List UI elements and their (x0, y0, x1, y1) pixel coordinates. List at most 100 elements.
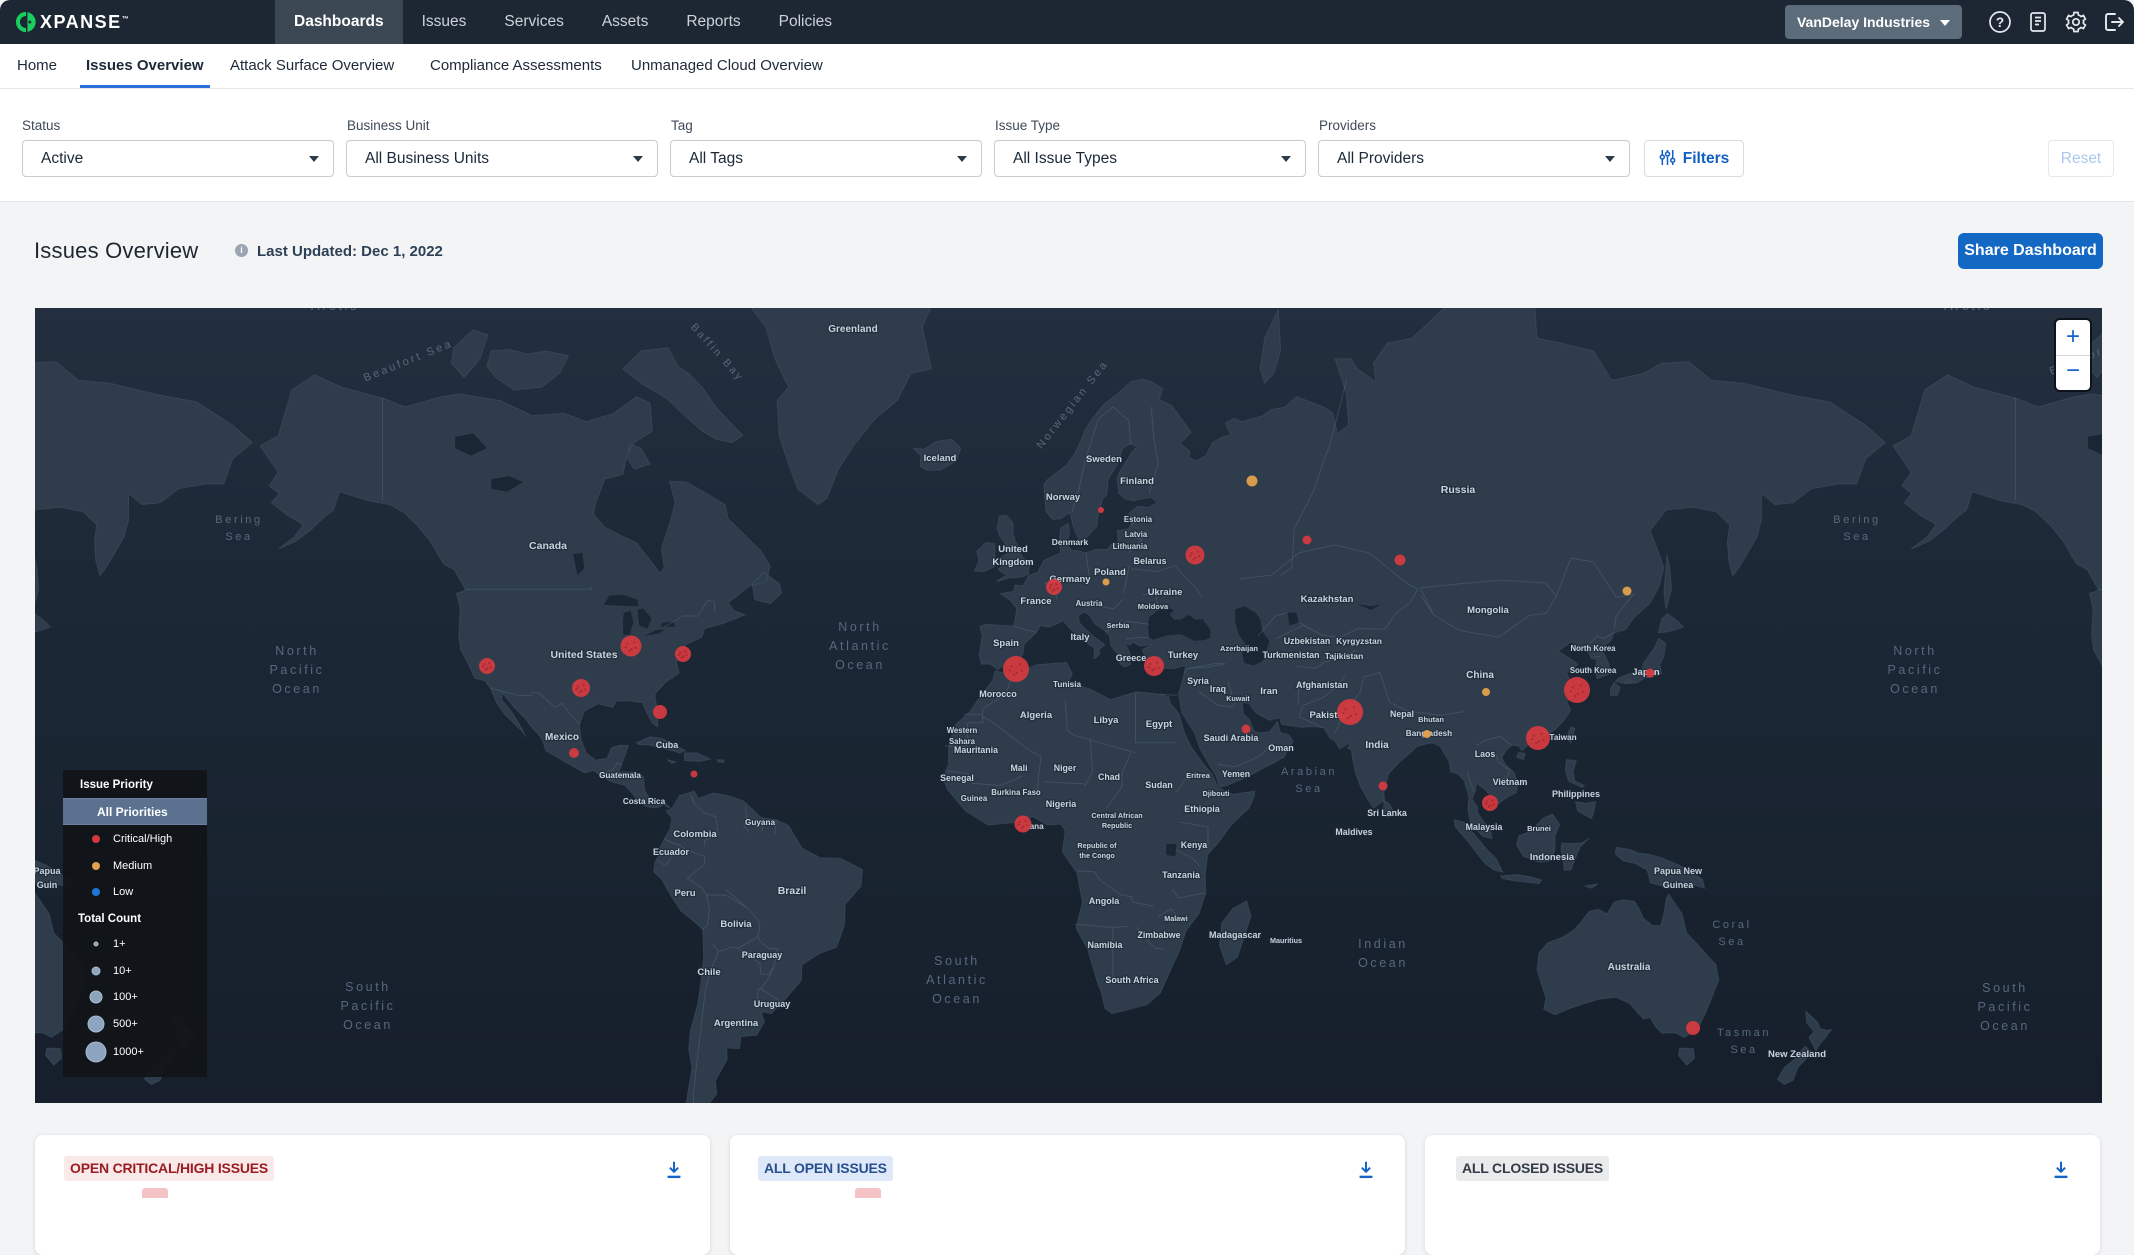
svg-text:Angola: Angola (1089, 896, 1120, 906)
svg-text:Guyana: Guyana (745, 818, 775, 827)
svg-text:Poland: Poland (1094, 567, 1126, 578)
svg-text:Sahara: Sahara (949, 737, 976, 746)
svg-text:Senegal: Senegal (940, 773, 974, 783)
svg-text:Republic of: Republic of (1077, 841, 1117, 850)
svg-text:Iraq: Iraq (1210, 684, 1226, 694)
svg-text:Sea: Sea (1718, 936, 1745, 948)
svg-text:Ocean: Ocean (343, 1018, 393, 1032)
svg-text:Tanzania: Tanzania (1162, 870, 1201, 880)
svg-text:Uzbekistan: Uzbekistan (1284, 636, 1330, 646)
svg-text:Ocean: Ocean (272, 682, 322, 696)
svg-text:Greece: Greece (1116, 653, 1147, 663)
svg-text:Djibouti: Djibouti (1203, 789, 1230, 798)
svg-text:Turkey: Turkey (1168, 650, 1199, 661)
svg-text:Moldova: Moldova (1138, 602, 1169, 611)
svg-text:Atlantic: Atlantic (829, 639, 891, 653)
svg-text:Philippines: Philippines (1552, 789, 1600, 799)
svg-text:Nigeria: Nigeria (1046, 799, 1078, 809)
svg-text:Bering: Bering (1833, 514, 1880, 526)
svg-text:Ecuador: Ecuador (653, 847, 690, 857)
svg-text:Taiwan: Taiwan (1549, 733, 1576, 742)
svg-text:China: China (1466, 670, 1494, 681)
svg-text:North: North (838, 620, 882, 634)
svg-text:Chad: Chad (1098, 772, 1120, 782)
svg-text:Morocco: Morocco (979, 689, 1017, 699)
svg-text:Papua: Papua (35, 866, 61, 876)
svg-text:Greenland: Greenland (828, 324, 877, 335)
svg-text:Egypt: Egypt (1146, 719, 1173, 730)
svg-text:Austria: Austria (1076, 599, 1104, 608)
svg-text:Sea: Sea (225, 531, 252, 543)
svg-text:Bhutan: Bhutan (1418, 715, 1444, 724)
svg-text:Pacific: Pacific (1887, 663, 1942, 677)
svg-text:Atlantic: Atlantic (926, 973, 988, 987)
svg-text:Tasman: Tasman (1717, 1027, 1771, 1039)
svg-text:Arctic: Arctic (311, 308, 359, 313)
svg-text:Ocean: Ocean (1890, 682, 1940, 696)
svg-text:Yemen: Yemen (1222, 769, 1250, 779)
svg-text:Australia: Australia (1608, 962, 1651, 973)
svg-text:Estonia: Estonia (1124, 515, 1153, 524)
svg-text:Mongolia: Mongolia (1467, 605, 1509, 616)
svg-text:North: North (275, 644, 319, 658)
svg-text:Bering: Bering (215, 514, 262, 526)
svg-text:Canada: Canada (529, 540, 567, 552)
svg-text:Western: Western (947, 726, 978, 735)
svg-text:South Korea: South Korea (1570, 666, 1617, 675)
svg-text:Republic: Republic (1102, 821, 1132, 830)
svg-text:Kazakhstan: Kazakhstan (1301, 594, 1354, 605)
svg-text:Mauritania: Mauritania (954, 745, 998, 755)
svg-text:Bolivia: Bolivia (720, 919, 752, 930)
svg-text:Denmark: Denmark (1052, 537, 1089, 547)
svg-text:Indonesia: Indonesia (1530, 852, 1575, 863)
svg-text:Ocean: Ocean (835, 658, 885, 672)
svg-text:Mauritius: Mauritius (1270, 936, 1302, 945)
svg-text:Spain: Spain (993, 638, 1019, 649)
svg-text:Tajikistan: Tajikistan (1325, 651, 1364, 661)
svg-text:Guin: Guin (37, 880, 58, 890)
svg-text:United States: United States (550, 649, 617, 661)
svg-text:France: France (1020, 596, 1051, 607)
svg-text:Iran: Iran (1260, 686, 1278, 697)
svg-text:Madagascar: Madagascar (1209, 930, 1262, 940)
svg-text:Italy: Italy (1070, 632, 1090, 643)
svg-text:Laos: Laos (1475, 749, 1496, 759)
svg-text:Central African: Central African (1091, 811, 1142, 820)
svg-text:Kenya: Kenya (1181, 840, 1208, 850)
svg-text:Ocean: Ocean (932, 992, 982, 1006)
svg-text:the Congo: the Congo (1079, 851, 1115, 860)
svg-text:South: South (934, 954, 980, 968)
svg-text:Syria: Syria (1187, 676, 1209, 686)
svg-text:South Africa: South Africa (1105, 975, 1159, 985)
svg-text:?: ? (1996, 15, 2004, 30)
svg-text:Kyrgyzstan: Kyrgyzstan (1336, 636, 1382, 646)
svg-text:Coral: Coral (1712, 919, 1751, 931)
svg-text:Costa Rica: Costa Rica (623, 797, 666, 806)
svg-text:Burkina Faso: Burkina Faso (991, 788, 1041, 797)
svg-text:Brazil: Brazil (778, 885, 807, 897)
svg-text:Vietnam: Vietnam (1493, 777, 1528, 787)
svg-text:Brunei: Brunei (1527, 824, 1551, 833)
svg-text:Sweden: Sweden (1086, 454, 1122, 465)
svg-text:Tunisia: Tunisia (1053, 680, 1081, 689)
svg-text:Chile: Chile (697, 967, 720, 978)
svg-text:Cuba: Cuba (656, 740, 679, 750)
svg-text:Kingdom: Kingdom (992, 557, 1033, 568)
svg-text:Ocean: Ocean (1980, 1019, 2030, 1033)
svg-text:Pacific: Pacific (1977, 1000, 2032, 1014)
svg-text:Algeria: Algeria (1020, 710, 1053, 721)
svg-text:Sea: Sea (1730, 1044, 1757, 1056)
svg-text:Saudi Arabia: Saudi Arabia (1204, 733, 1260, 743)
svg-text:Malaysia: Malaysia (1466, 822, 1503, 832)
svg-text:Guinea: Guinea (961, 794, 988, 803)
svg-text:Oman: Oman (1268, 743, 1294, 753)
svg-text:Libya: Libya (1094, 715, 1120, 726)
svg-text:Paraguay: Paraguay (742, 950, 783, 960)
svg-text:Papua New: Papua New (1654, 866, 1703, 876)
svg-text:Indian: Indian (1358, 937, 1408, 951)
svg-text:Zimbabwe: Zimbabwe (1137, 930, 1180, 940)
svg-text:India: India (1365, 740, 1389, 751)
svg-text:Turkmenistan: Turkmenistan (1262, 650, 1319, 660)
svg-text:Kuwait: Kuwait (1226, 694, 1250, 703)
svg-text:Arabian: Arabian (1281, 766, 1337, 778)
